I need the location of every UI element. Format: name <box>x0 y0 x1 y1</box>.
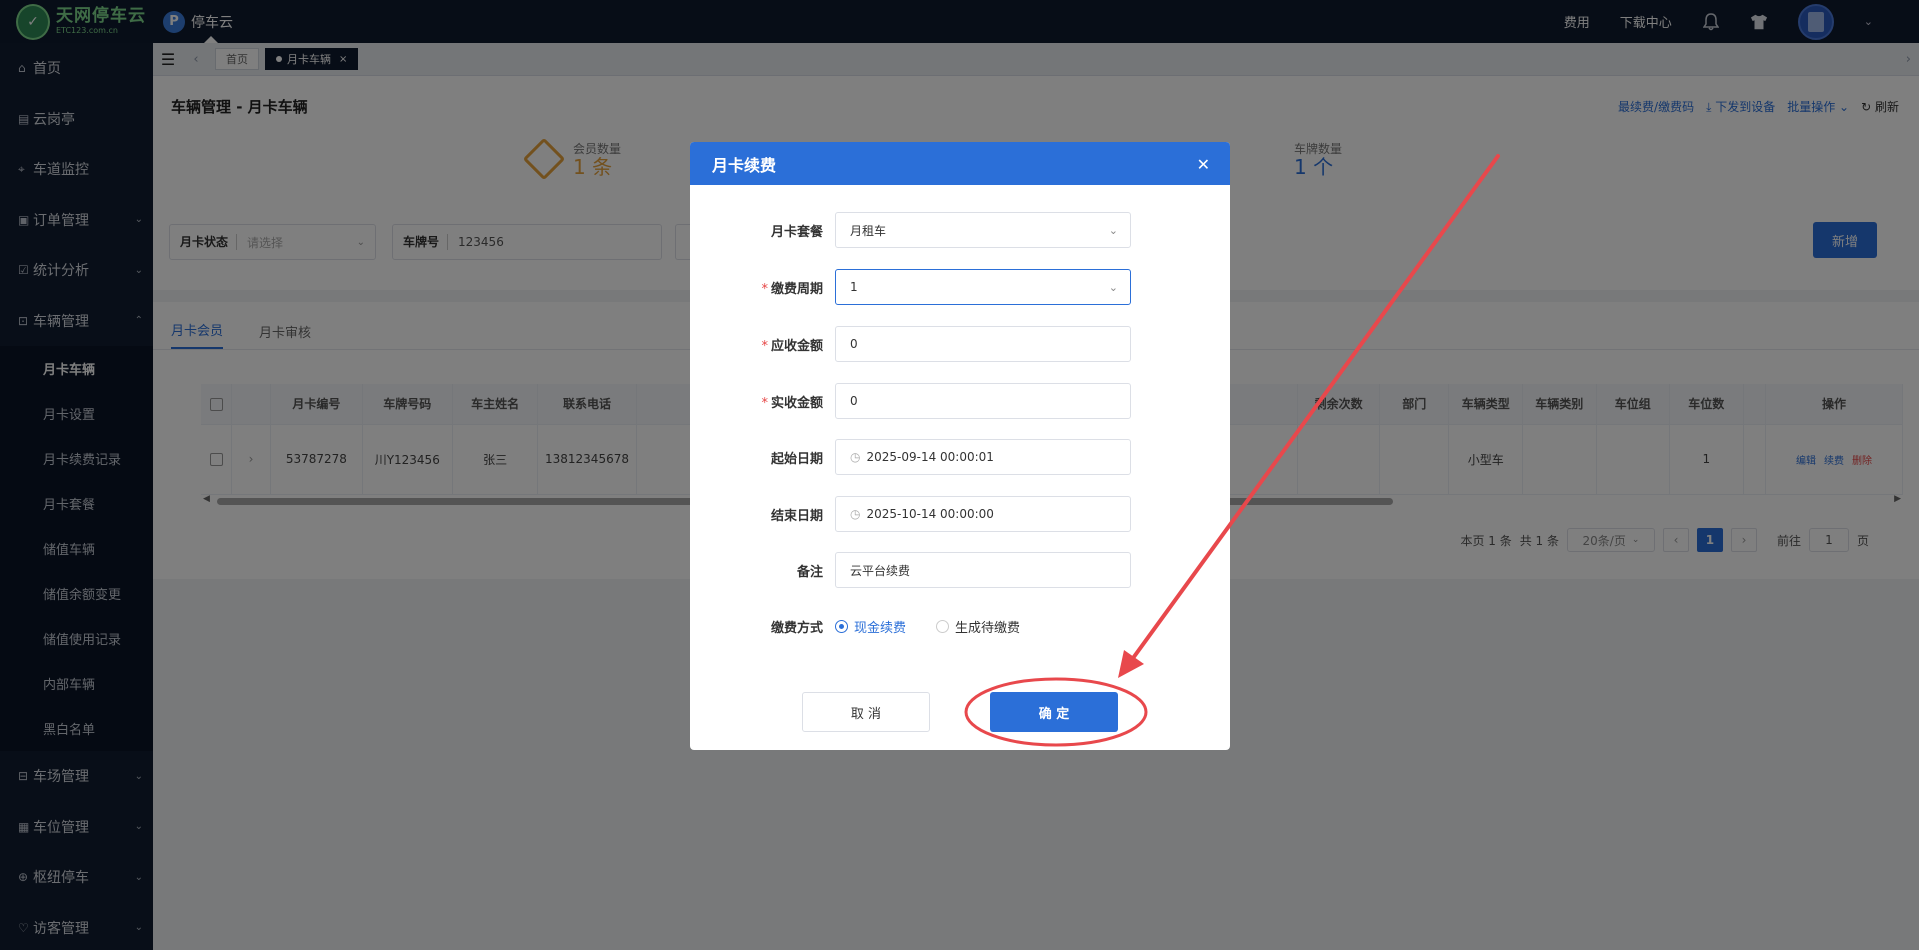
received-row: * 实收金额 0 <box>690 382 1230 420</box>
period-row: * 缴费周期 1 ⌄ <box>690 268 1230 306</box>
field-label: 缴费方式 <box>770 620 823 636</box>
receivable-row: * 应收金额 0 <box>690 325 1230 363</box>
cancel-button[interactable]: 取 消 <box>802 692 930 732</box>
payment-method-row: 缴费方式 现金续费 生成待缴费 <box>690 607 1230 645</box>
field-label: 月卡套餐 <box>770 224 823 240</box>
field-label: 备注 <box>796 564 823 580</box>
renewal-dialog: 月卡续费 ✕ 月卡套餐 月租车 ⌄ * 缴费周期 1 ⌄ * 应收金额 0 * 实收金额 … <box>690 142 1230 750</box>
field-label: 起始日期 <box>770 451 823 467</box>
field-label: * 应收金额 <box>761 338 823 354</box>
clock-icon: ◷ <box>850 450 861 464</box>
chevron-down-icon: ⌄ <box>1108 223 1118 237</box>
package-row: 月卡套餐 月租车 ⌄ <box>690 211 1230 249</box>
end-date-row: 结束日期 ◷ 2025-10-14 00:00:00 <box>690 495 1230 533</box>
period-select[interactable]: 1 ⌄ <box>835 269 1131 305</box>
dialog-title: 月卡续费 <box>690 142 1230 185</box>
remark-input[interactable]: 云平台续费 <box>835 552 1131 588</box>
received-amount-input[interactable]: 0 <box>835 383 1131 419</box>
remark-row: 备注 云平台续费 <box>690 551 1230 589</box>
start-date-picker[interactable]: ◷ 2025-09-14 00:00:01 <box>835 439 1131 475</box>
chevron-down-icon: ⌄ <box>1108 280 1118 294</box>
field-label: 结束日期 <box>770 508 823 524</box>
package-select[interactable]: 月租车 ⌄ <box>835 212 1131 248</box>
pending-payment-radio[interactable]: 生成待缴费 <box>936 617 1020 636</box>
confirm-button[interactable]: 确 定 <box>990 692 1118 732</box>
receivable-amount-input[interactable]: 0 <box>835 326 1131 362</box>
cash-renewal-radio[interactable]: 现金续费 <box>835 617 906 636</box>
field-label: * 缴费周期 <box>761 281 823 297</box>
start-date-row: 起始日期 ◷ 2025-09-14 00:00:01 <box>690 438 1230 476</box>
clock-icon: ◷ <box>850 507 861 521</box>
field-label: * 实收金额 <box>761 395 823 411</box>
end-date-picker[interactable]: ◷ 2025-10-14 00:00:00 <box>835 496 1131 532</box>
close-icon[interactable]: ✕ <box>1197 155 1210 174</box>
